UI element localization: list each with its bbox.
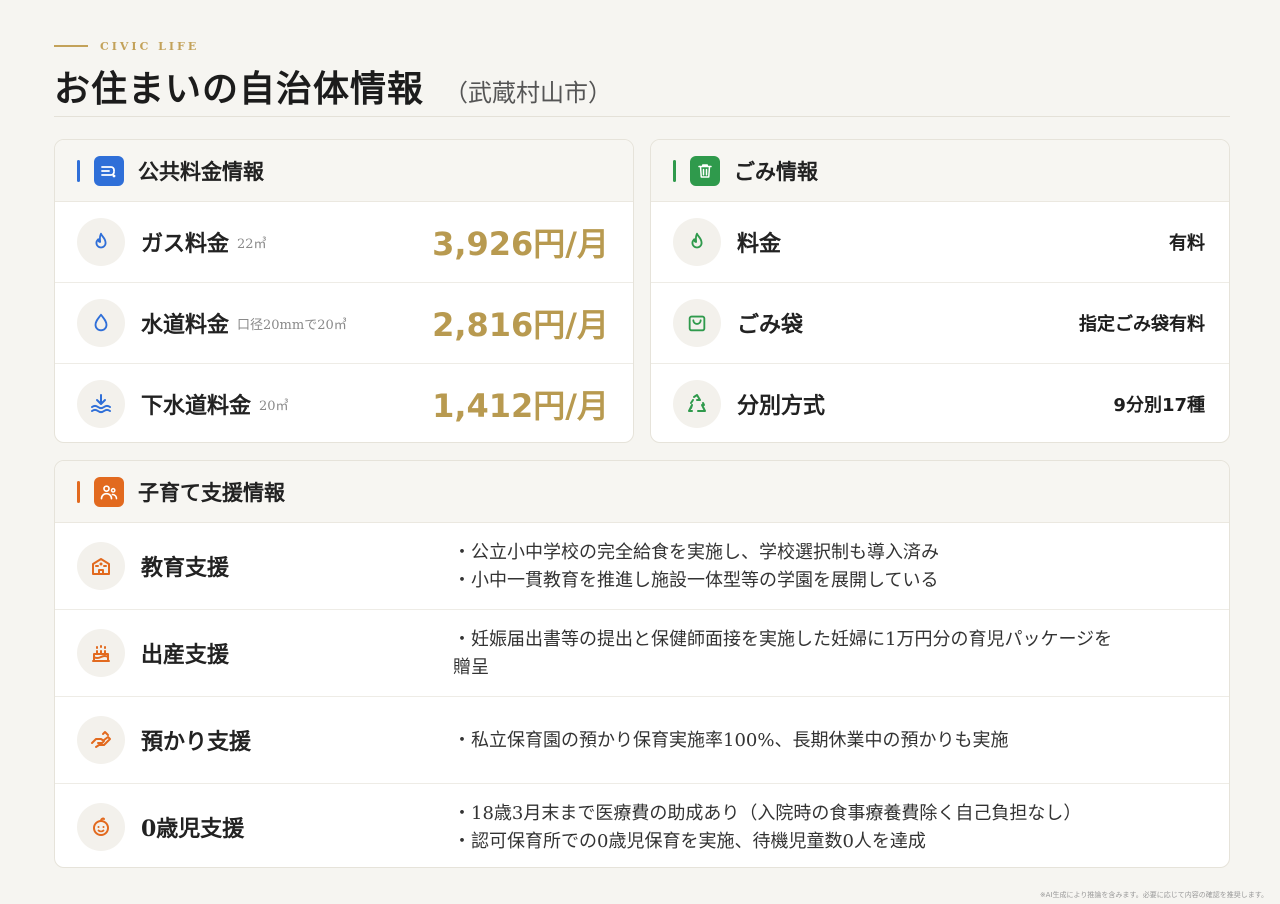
utility-value: 2,816円/月: [432, 306, 609, 344]
childcare-row-infant: 0歳児支援 ・18歳3月末まで医療費の助成あり（入院時の食事療養費除く自己負担な…: [55, 784, 1229, 867]
garbage-row-fee: 料金 有料: [651, 202, 1229, 283]
utilities-card: 公共料金情報 ガス料金 22㎥ 3,926円/月 水道料金 口径20mmで20㎥…: [54, 139, 634, 443]
childcare-row-education: 教育支援 ・公立小中学校の完全給食を実施し、学校選択制も導入済み ・小中一貫教育…: [55, 523, 1229, 610]
garbage-value: 指定ごみ袋有料: [1079, 314, 1205, 335]
trash-icon: [690, 155, 720, 186]
water-tap-icon: [94, 155, 124, 186]
childcare-label: 0歳児支援: [141, 815, 245, 842]
description-line: ・妊娠届出書等の提出と保健師面接を実施した妊婦に1万円分の育児パッケージを: [453, 629, 1113, 650]
flame-icon: [77, 218, 125, 266]
garbage-value: 有料: [1169, 233, 1205, 254]
garbage-card: ごみ情報 料金 有料 ごみ袋 指定ごみ袋有料 分別方式 9分別17種: [650, 139, 1230, 443]
utility-note: 口径20mmで20㎥: [237, 317, 347, 333]
page-subtitle: （武蔵村山市）: [444, 79, 613, 107]
utility-label: 水道料金: [141, 312, 230, 338]
title-row: お住まいの自治体情報 （武蔵村山市）: [54, 60, 1230, 112]
school-icon: [77, 542, 125, 590]
utility-note: 20㎥: [259, 398, 289, 414]
utilities-card-header: 公共料金情報: [55, 140, 633, 202]
garbage-row-bag: ごみ袋 指定ごみ袋有料: [651, 283, 1229, 364]
sewer-icon: [77, 380, 125, 428]
page-header: CIVIC LIFE お住まいの自治体情報 （武蔵村山市）: [54, 38, 1230, 112]
utility-row-sewer: 下水道料金 20㎥ 1,412円/月: [55, 364, 633, 442]
header-divider: [54, 116, 1230, 117]
eyebrow: CIVIC LIFE: [54, 38, 1230, 54]
garbage-row-sorting: 分別方式 9分別17種: [651, 364, 1229, 442]
utility-row-gas: ガス料金 22㎥ 3,926円/月: [55, 202, 633, 283]
childcare-card: 子育て支援情報 教育支援 ・公立小中学校の完全給食を実施し、学校選択制も導入済み…: [54, 460, 1230, 868]
eyebrow-line: [54, 45, 88, 47]
eyebrow-text: CIVIC LIFE: [100, 39, 200, 53]
childcare-description: ・公立小中学校の完全給食を実施し、学校選択制も導入済み ・小中一貫教育を推進し施…: [453, 539, 1189, 595]
utility-label: 下水道料金: [141, 393, 252, 419]
page-title: お住まいの自治体情報: [54, 68, 425, 110]
description-line: ・小中一貫教育を推進し施設一体型等の学園を展開している: [453, 570, 939, 591]
garbage-label: ごみ袋: [737, 312, 804, 338]
description-line: ・公立小中学校の完全給食を実施し、学校選択制も導入済み: [453, 542, 939, 563]
hand-icon: [77, 716, 125, 764]
accent-bar: [77, 159, 80, 182]
childcare-description: ・私立保育園の預かり保育実施率100%、長期休業中の預かりも実施: [453, 727, 1189, 755]
flame-icon: [673, 218, 721, 266]
description-line: ・18歳3月末まで医療費の助成あり（入院時の食事療養費除く自己負担なし）: [453, 803, 1082, 824]
garbage-card-header: ごみ情報: [651, 140, 1229, 202]
cake-icon: [77, 629, 125, 677]
childcare-description: ・妊娠届出書等の提出と保健師面接を実施した妊婦に1万円分の育児パッケージを 贈呈: [453, 626, 1189, 682]
accent-bar: [77, 480, 80, 503]
footer-disclaimer: ※AI生成により推論を含みます。必要に応じて内容の確認を推奨します。: [1039, 891, 1268, 899]
childcare-description: ・18歳3月末まで医療費の助成あり（入院時の食事療養費除く自己負担なし） ・認可…: [453, 800, 1189, 856]
family-icon: [94, 476, 124, 507]
accent-bar: [673, 159, 676, 182]
description-line: ・認可保育所での0歳児保育を実施、待機児童数0人を達成: [453, 831, 926, 852]
baby-icon: [77, 802, 125, 851]
recycle-icon: [673, 380, 721, 428]
utility-note: 22㎥: [237, 236, 267, 252]
droplet-icon: [77, 299, 125, 347]
utility-label: ガス料金: [141, 231, 230, 257]
childcare-card-header: 子育て支援情報: [55, 461, 1229, 523]
childcare-label: 預かり支援: [141, 729, 252, 755]
childcare-label: 教育支援: [141, 555, 230, 581]
childcare-row-daycare: 預かり支援 ・私立保育園の預かり保育実施率100%、長期休業中の預かりも実施: [55, 697, 1229, 784]
utility-row-water: 水道料金 口径20mmで20㎥ 2,816円/月: [55, 283, 633, 364]
utility-value: 3,926円/月: [432, 225, 609, 263]
childcare-label: 出産支援: [141, 642, 230, 668]
garbage-label: 料金: [737, 231, 782, 257]
utility-value: 1,412円/月: [432, 387, 609, 425]
garbage-card-title: ごみ情報: [734, 158, 818, 184]
childcare-row-birth: 出産支援 ・妊娠届出書等の提出と保健師面接を実施した妊婦に1万円分の育児パッケー…: [55, 610, 1229, 697]
description-line: ・私立保育園の預かり保育実施率100%、長期休業中の預かりも実施: [453, 730, 1009, 751]
description-line: 贈呈: [453, 657, 489, 678]
utilities-card-title: 公共料金情報: [138, 158, 264, 184]
garbage-value: 9分別17種: [1113, 395, 1205, 416]
garbage-label: 分別方式: [737, 393, 826, 419]
childcare-card-title: 子育て支援情報: [138, 479, 285, 505]
bag-icon: [673, 299, 721, 347]
